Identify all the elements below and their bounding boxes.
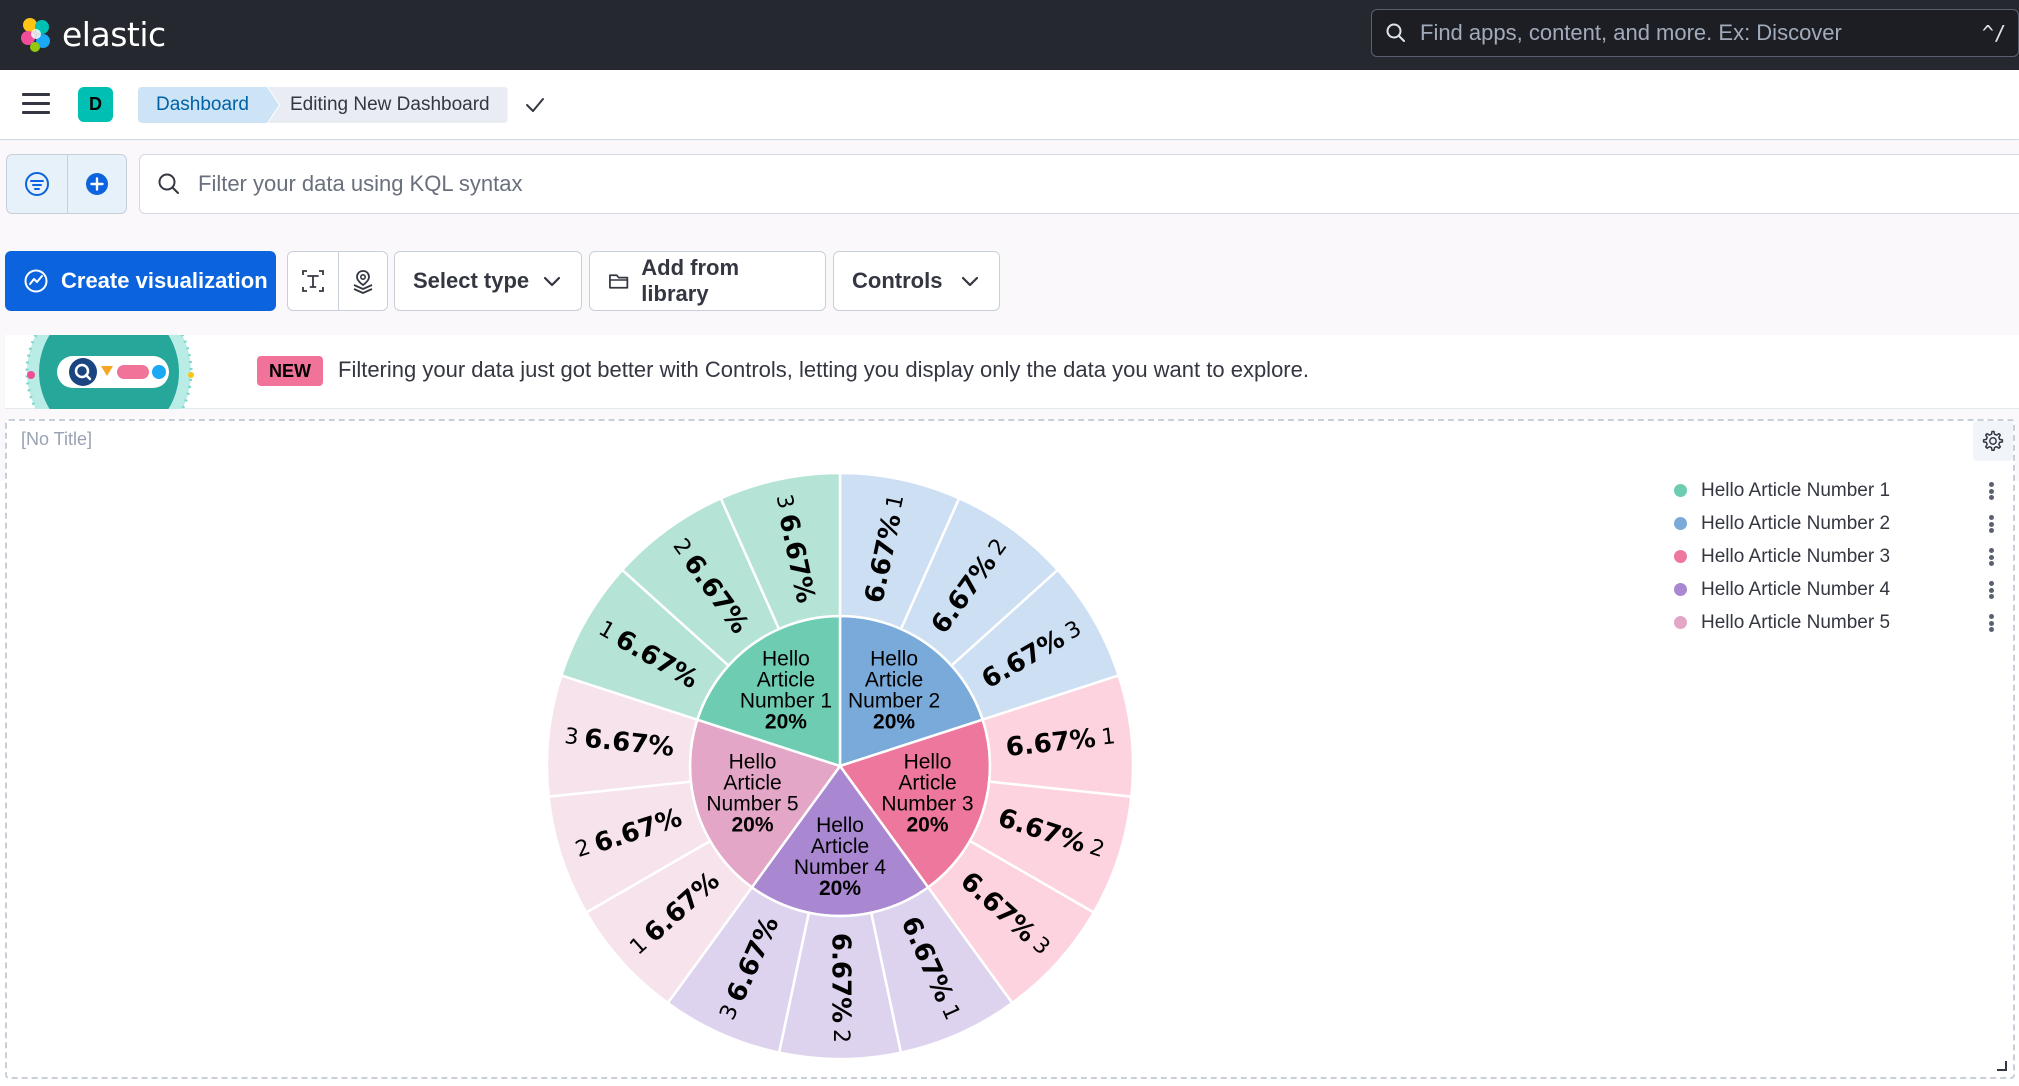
outer-slice-value-label: 6.67%: [826, 933, 856, 1023]
controls-button[interactable]: Controls: [833, 251, 1000, 311]
kql-placeholder: Filter your data using KQL syntax: [198, 171, 523, 196]
global-search-placeholder: Find apps, content, and more. Ex: Discov…: [1420, 20, 1842, 45]
lens-icon: [24, 269, 48, 293]
more-vertical-icon[interactable]: [1988, 548, 1994, 566]
text-icon: [301, 270, 324, 292]
plus-circle-icon: [85, 173, 108, 195]
inner-slice-name-label: Article: [811, 835, 869, 858]
legend-color-dot: [1674, 583, 1687, 596]
more-vertical-icon[interactable]: [1988, 482, 1994, 500]
legend-label: Hello Article Number 5: [1701, 611, 1891, 633]
filter-button-group: [6, 154, 127, 214]
inner-slice-name-label: Article: [757, 669, 815, 692]
inner-slice-name-label: Hello: [904, 750, 952, 773]
inner-slice-name-label: Number 4: [794, 856, 887, 879]
outer-slice-name-label: 2: [828, 1029, 853, 1043]
legend-label: Hello Article Number 1: [1701, 479, 1891, 501]
legend-label: Hello Article Number 4: [1701, 578, 1891, 600]
filter-icon: [24, 172, 49, 196]
kql-search-input[interactable]: Filter your data using KQL syntax: [139, 154, 2019, 214]
inner-slice-value-label: 20%: [731, 813, 773, 836]
controls-label: Controls: [852, 268, 943, 293]
add-filter-button[interactable]: [66, 155, 127, 213]
inner-slice-value-label: 20%: [906, 813, 948, 836]
legend-item[interactable]: Hello Article Number 5: [1667, 606, 1997, 639]
inner-slice-name-label: Article: [898, 771, 956, 794]
inner-slice-name-label: Hello: [816, 814, 864, 837]
global-search-input[interactable]: Find apps, content, and more. Ex: Discov…: [1371, 9, 2019, 57]
add-from-library-button[interactable]: Add from library: [589, 251, 826, 311]
callout-message: Filtering your data just got better with…: [338, 357, 1309, 382]
inner-slice-name-label: Number 1: [740, 690, 832, 713]
create-visualization-label: Create visualization: [61, 268, 268, 293]
controls-illustration: [19, 335, 199, 409]
inner-slice-name-label: Number 5: [706, 792, 798, 815]
hamburger-icon[interactable]: [22, 93, 50, 117]
inner-slice-name-label: Hello: [870, 648, 918, 671]
chart-legend: Hello Article Number 1 Hello Article Num…: [1667, 474, 1997, 639]
chevron-down-icon: [543, 276, 561, 287]
panel-resize-handle[interactable]: [1997, 1061, 2007, 1071]
search-shortcut: ^/: [1981, 21, 2006, 45]
top-header: elastic Find apps, content, and more. Ex…: [0, 0, 2019, 70]
breadcrumb-dashboard[interactable]: Dashboard: [138, 87, 279, 123]
legend-item[interactable]: Hello Article Number 2: [1667, 507, 1997, 540]
select-type-label: Select type: [413, 268, 530, 293]
inner-slice-value-label: 20%: [819, 877, 861, 900]
more-vertical-icon[interactable]: [1988, 614, 1994, 632]
new-badge: NEW: [257, 356, 323, 386]
folder-icon: [609, 274, 629, 289]
inner-slice-value-label: 20%: [765, 711, 807, 734]
brand-name: elastic: [62, 14, 166, 54]
controls-callout: NEW Filtering your data just got better …: [5, 335, 2019, 409]
legend-label: Hello Article Number 3: [1701, 545, 1891, 567]
legend-color-dot: [1674, 616, 1687, 629]
add-map-button[interactable]: [337, 252, 388, 310]
inner-slice-name-label: Hello: [762, 648, 810, 671]
inner-slice-name-label: Number 2: [848, 690, 940, 713]
select-type-button[interactable]: Select type: [394, 251, 582, 311]
legend-item[interactable]: Hello Article Number 3: [1667, 540, 1997, 573]
create-visualization-button[interactable]: Create visualization: [5, 251, 276, 311]
add-from-library-label: Add from library: [641, 255, 740, 306]
inner-slice-name-label: Article: [865, 669, 923, 692]
breadcrumb-bar: D Dashboard Editing New Dashboard: [0, 70, 2019, 140]
more-vertical-icon[interactable]: [1988, 581, 1994, 599]
more-vertical-icon[interactable]: [1988, 515, 1994, 533]
dashboard-panel[interactable]: [No Title] 6.67% 1 6.67% 2 6.67% 3 Hello Articl…: [5, 419, 2015, 1079]
search-icon: [158, 173, 179, 194]
quick-add-group: [287, 251, 388, 311]
inner-slice-name-label: Article: [723, 771, 781, 794]
add-text-button[interactable]: [288, 252, 338, 310]
elastic-logo[interactable]: elastic: [16, 14, 166, 54]
chevron-down-icon: [961, 276, 979, 287]
outer-slice-name-label: 3: [563, 724, 580, 750]
inner-slice-value-label: 20%: [873, 711, 915, 734]
space-avatar[interactable]: D: [78, 87, 113, 122]
legend-color-dot: [1674, 517, 1687, 530]
filter-menu-button[interactable]: [7, 155, 67, 213]
check-icon[interactable]: [524, 94, 546, 116]
maps-icon: [353, 270, 373, 294]
legend-color-dot: [1674, 550, 1687, 563]
breadcrumb-editing: Editing New Dashboard: [268, 87, 508, 123]
inner-slice-name-label: Hello: [729, 750, 777, 773]
legend-color-dot: [1674, 484, 1687, 497]
inner-slice-name-label: Number 3: [881, 792, 973, 815]
legend-item[interactable]: Hello Article Number 1: [1667, 474, 1997, 507]
search-icon: [1386, 23, 1405, 42]
legend-item[interactable]: Hello Article Number 4: [1667, 573, 1997, 606]
outer-slice-name-label: 1: [1100, 724, 1117, 750]
legend-label: Hello Article Number 2: [1701, 512, 1891, 534]
elastic-logo-icon: [21, 18, 50, 52]
